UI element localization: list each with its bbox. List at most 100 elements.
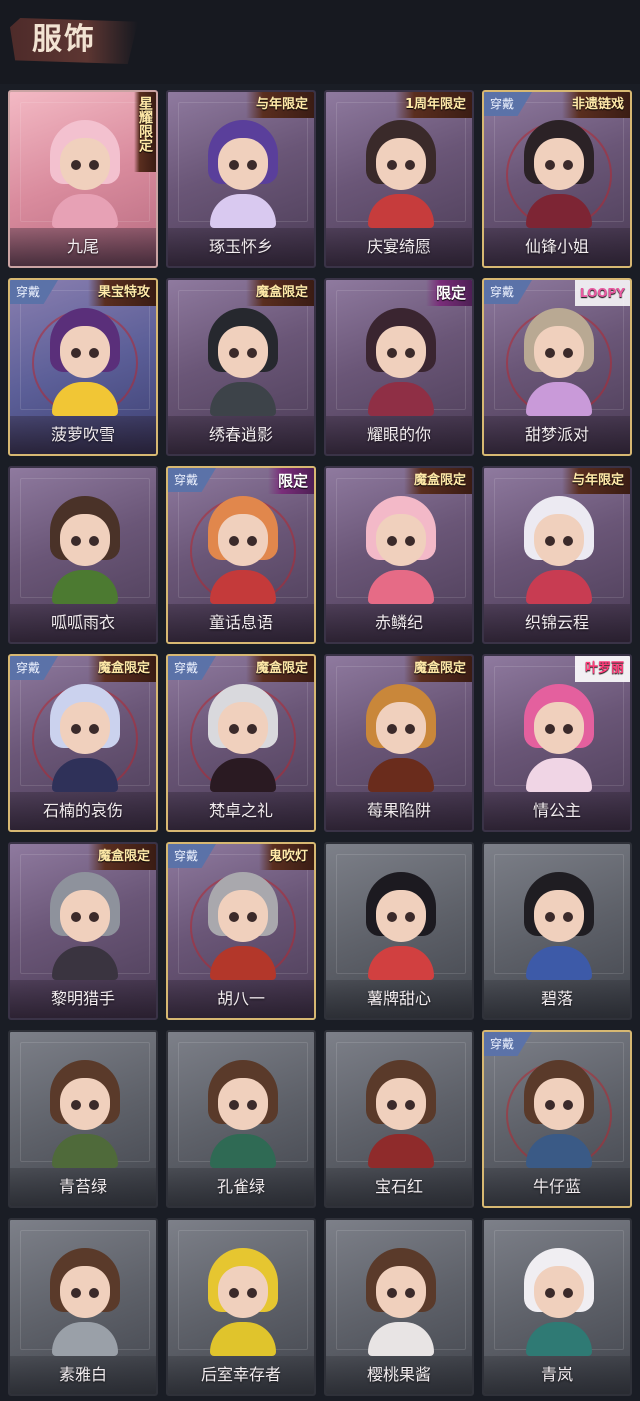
costume-card[interactable]: 琢玉怀乡 与年限定: [166, 90, 316, 268]
costume-name: 庆宴绮愿: [366, 237, 431, 256]
costume-name: 青苔绿: [58, 1177, 107, 1196]
portrait-face: [376, 326, 426, 378]
portrait-face: [534, 514, 584, 566]
costume-name: 后室幸存者: [200, 1365, 281, 1384]
costume-card[interactable]: 后室幸存者: [166, 1218, 316, 1396]
character-portrait: [362, 308, 440, 416]
costume-card[interactable]: 素雅白: [8, 1218, 158, 1396]
character-portrait: [46, 1060, 124, 1168]
portrait-outfit: [210, 382, 276, 416]
character-portrait: [520, 496, 598, 604]
costume-card[interactable]: 绣春逍影 魔盒限定: [166, 278, 316, 456]
costume-name: 樱桃果酱: [366, 1365, 431, 1384]
portrait-eye: [89, 536, 99, 546]
costume-card[interactable]: 仙锋小姐 非遗链戏 穿戴: [482, 90, 632, 268]
costume-card[interactable]: 耀眼的你 限定: [324, 278, 474, 456]
character-portrait: [520, 120, 598, 228]
costume-name: 黎明猎手: [50, 989, 115, 1008]
limited-tag-badge: 1周年限定: [394, 92, 472, 118]
character-portrait: [362, 496, 440, 604]
costume-card[interactable]: 孔雀绿: [166, 1030, 316, 1208]
portrait-outfit: [526, 570, 592, 604]
portrait-eye: [563, 160, 573, 170]
costume-card[interactable]: 九尾 星耀限定: [8, 90, 158, 268]
costume-name: 胡八一: [216, 989, 265, 1008]
portrait-face: [376, 514, 426, 566]
portrait-outfit: [52, 758, 118, 792]
costume-card[interactable]: 菠萝吹雪 果宝特攻 穿戴: [8, 278, 158, 456]
costume-name: 莓果陷阱: [366, 801, 431, 820]
character-portrait: [520, 1248, 598, 1356]
portrait-outfit: [368, 570, 434, 604]
character-portrait: [204, 496, 282, 604]
portrait-eye: [71, 348, 81, 358]
portrait-eye: [247, 1100, 257, 1110]
costume-card[interactable]: 牛仔蓝 穿戴: [482, 1030, 632, 1208]
costume-card[interactable]: 庆宴绮愿 1周年限定: [324, 90, 474, 268]
costume-card[interactable]: 碧落: [482, 842, 632, 1020]
character-portrait: [362, 872, 440, 980]
portrait-eye: [89, 724, 99, 734]
portrait-eye: [563, 912, 573, 922]
limited-tag-badge: 魔盒限定: [245, 280, 314, 306]
portrait-outfit: [210, 1134, 276, 1168]
portrait-eye: [545, 1288, 555, 1298]
costume-card[interactable]: 青岚: [482, 1218, 632, 1396]
portrait-eye: [229, 724, 239, 734]
character-portrait: [204, 1060, 282, 1168]
costume-card[interactable]: 呱呱雨衣: [8, 466, 158, 644]
costume-card[interactable]: 黎明猎手 魔盒限定: [8, 842, 158, 1020]
character-portrait: [204, 1248, 282, 1356]
costume-name: 琢玉怀乡: [208, 237, 273, 256]
costume-card[interactable]: 樱桃果酱: [324, 1218, 474, 1396]
costume-name: 碧落: [540, 989, 573, 1008]
portrait-eye: [229, 348, 239, 358]
portrait-eye: [545, 724, 555, 734]
costume-card[interactable]: 童话息语 限定 穿戴: [166, 466, 316, 644]
portrait-eye: [563, 348, 573, 358]
costume-card[interactable]: 石楠的哀伤 魔盒限定 穿戴: [8, 654, 158, 832]
character-portrait: [362, 684, 440, 792]
costume-name: 素雅白: [58, 1365, 107, 1384]
costume-card[interactable]: 青苔绿: [8, 1030, 158, 1208]
portrait-outfit: [526, 1134, 592, 1168]
portrait-eye: [405, 724, 415, 734]
costume-name: 织锦云程: [524, 613, 589, 632]
portrait-face: [60, 1266, 110, 1318]
portrait-eye: [405, 160, 415, 170]
limited-tag-badge: 魔盒限定: [403, 656, 472, 682]
costume-card[interactable]: 甜梦派对 LOOPY 穿戴: [482, 278, 632, 456]
limited-tag-badge: 限定: [267, 468, 314, 494]
limited-tag-badge: 果宝特攻: [87, 280, 156, 306]
portrait-face: [534, 702, 584, 754]
character-portrait: [520, 1060, 598, 1168]
costume-card[interactable]: 赤鳞纪 魔盒限定: [324, 466, 474, 644]
costume-card[interactable]: 薯牌甜心: [324, 842, 474, 1020]
costume-name: 牛仔蓝: [532, 1177, 581, 1196]
portrait-face: [534, 138, 584, 190]
portrait-eye: [405, 1100, 415, 1110]
character-portrait: [362, 1248, 440, 1356]
limited-tag-badge: 魔盒限定: [87, 656, 156, 682]
portrait-eye: [247, 536, 257, 546]
limited-tag-badge: 非遗链戏: [561, 92, 630, 118]
portrait-eye: [229, 160, 239, 170]
costume-card[interactable]: 梵卓之礼 魔盒限定 穿戴: [166, 654, 316, 832]
portrait-eye: [71, 724, 81, 734]
costume-card[interactable]: 宝石红: [324, 1030, 474, 1208]
costume-name: 九尾: [66, 237, 99, 256]
costume-card[interactable]: 莓果陷阱 魔盒限定: [324, 654, 474, 832]
costume-card[interactable]: 胡八一 鬼吹灯 穿戴: [166, 842, 316, 1020]
costume-card[interactable]: 织锦云程 与年限定: [482, 466, 632, 644]
character-portrait: [46, 496, 124, 604]
portrait-eye: [71, 1100, 81, 1110]
portrait-face: [376, 890, 426, 942]
portrait-eye: [229, 1100, 239, 1110]
costume-grid: 九尾 星耀限定 琢玉怀乡 与年限定庆宴绮愿 1周年限定 仙锋小姐 非遗链戏 穿戴菠萝吹雪 果宝特…: [8, 90, 632, 1396]
portrait-eye: [563, 724, 573, 734]
portrait-outfit: [368, 1322, 434, 1356]
portrait-outfit: [210, 946, 276, 980]
costume-card[interactable]: 情公主 叶罗丽: [482, 654, 632, 832]
portrait-face: [60, 890, 110, 942]
portrait-face: [218, 890, 268, 942]
